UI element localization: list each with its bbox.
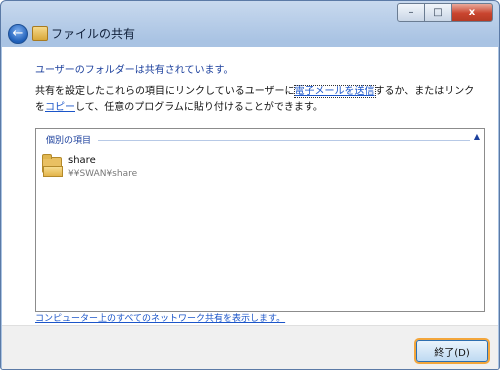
send-email-link[interactable]: 電子メールを送信	[293, 85, 376, 98]
collapse-chevron-icon[interactable]: ▲	[474, 132, 480, 141]
back-arrow-icon[interactable]: ←	[8, 24, 28, 44]
window-title: ファイルの共有	[51, 27, 136, 41]
minimize-button[interactable]: –	[397, 3, 425, 22]
sharing-icon	[32, 26, 48, 41]
folder-icon	[42, 154, 63, 177]
shared-items-list: 個別の項目 ▲ share ¥¥SWAN¥share	[35, 128, 485, 312]
button-bar: 終了(D)	[2, 325, 498, 369]
group-divider	[98, 140, 470, 141]
item-name: share	[68, 155, 96, 166]
group-header: 個別の項目	[46, 133, 96, 146]
copy-link[interactable]: コピー	[45, 102, 75, 113]
done-button[interactable]: 終了(D)	[416, 340, 488, 362]
close-button[interactable]: x	[451, 3, 493, 22]
window-controls: – □ x	[397, 3, 493, 22]
dialog-content: ユーザーのフォルダーは共有されています。 共有を設定したこれらの項目にリンクして…	[2, 47, 498, 325]
dialog-window: – □ x ← ファイルの共有 ユーザーのフォルダーは共有されています。 共有を…	[0, 0, 500, 370]
maximize-button[interactable]: □	[424, 3, 452, 22]
description-text-3: して、任意のプログラムに貼り付けることができます。	[75, 102, 323, 113]
item-path: ¥¥SWAN¥share	[68, 169, 138, 179]
view-all-shares-link[interactable]: コンピューター上のすべてのネットワーク共有を表示します。	[35, 311, 285, 324]
sharing-description: 共有を設定したこれらの項目にリンクしているユーザーに電子メールを送信するか、また…	[35, 84, 475, 116]
shared-message: ユーザーのフォルダーは共有されています。	[35, 65, 234, 76]
description-text-1: 共有を設定したこれらの項目にリンクしているユーザーに	[35, 86, 295, 97]
title-bar: – □ x ← ファイルの共有	[1, 1, 499, 47]
